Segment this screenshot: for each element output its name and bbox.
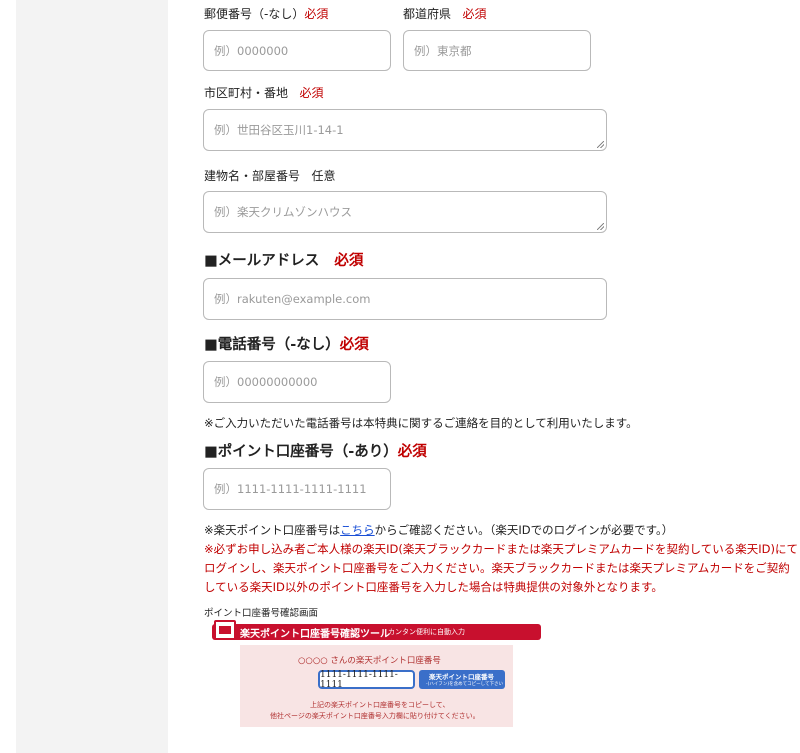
building-optional-badge: 任意 [311, 169, 336, 183]
point-note-prefix: ※楽天ポイント口座番号は [204, 523, 341, 537]
point-confirm-link[interactable]: こちら [340, 523, 375, 537]
point-warning-line3: している楽天ID以外のポイント口座番号を入力した場合は特典提供の対象外となります… [204, 580, 663, 594]
point-note: ※楽天ポイント口座番号はこちらからご確認ください。（楽天IDでのログインが必要で… [204, 522, 673, 538]
point-warning-line2: ログインし、楽天ポイント口座番号をご入力ください。楽天ブラックカードまたは楽天プ… [204, 561, 790, 575]
prefecture-label-text: 都道府県 [403, 7, 452, 21]
city-placeholder: 例）世田谷区玉川1-14-1 [214, 123, 344, 137]
point-warning-line1: ※必ずお申し込み者ご本人様の楽天ID(楽天ブラックカードまたは楽天プレミアムカー… [204, 542, 798, 556]
postal-placeholder: 例）0000000 [214, 43, 289, 58]
tool-name-line: ○○○○ さんの楽天ポイント口座番号 [298, 656, 441, 666]
point-required-badge: 必須 [397, 444, 427, 460]
phone-required-badge: 必須 [339, 337, 369, 353]
tool-number: 1111-1111-1111-1111 [320, 669, 398, 690]
tool-copy-button-sublabel: -(ハイフン)を含めてコピーして下さい [426, 682, 503, 687]
postal-input[interactable]: 例）0000000 [203, 30, 391, 71]
prefecture-placeholder: 例）東京都 [414, 43, 472, 58]
phone-placeholder: 例）00000000000 [214, 375, 318, 389]
city-required-badge: 必須 [299, 86, 324, 100]
point-input[interactable]: 例）1111-1111-1111-1111 [203, 468, 391, 510]
email-placeholder: 例）rakuten@example.com [214, 292, 371, 306]
phone-input[interactable]: 例）00000000000 [203, 361, 391, 403]
prefecture-required-badge: 必須 [462, 7, 487, 21]
tool-desc-line2: 他社ページの楽天ポイント口座番号入力欄に貼り付けてください。 [270, 712, 480, 720]
email-heading-text: ■メールアドレス [204, 253, 320, 269]
postal-label-text: 郵便番号（-なし） [204, 7, 305, 21]
phone-note: ※ご入力いただいた電話番号は本特典に関するご連絡を目的として利用いたします。 [204, 416, 638, 430]
building-placeholder: 例）楽天クリムゾンハウス [214, 205, 352, 219]
city-label: 市区町村・番地 必須 [204, 84, 323, 101]
city-label-text: 市区町村・番地 [204, 86, 289, 100]
wallet-icon [214, 620, 236, 640]
prefecture-input[interactable]: 例）東京都 [403, 30, 591, 71]
phone-heading-text: ■電話番号（-なし） [204, 337, 340, 353]
prefecture-label: 都道府県 必須 [403, 5, 486, 22]
email-required-badge: 必須 [334, 253, 364, 269]
point-heading: ■ポイント口座番号（-あり）必須 [204, 440, 427, 461]
point-placeholder: 例）1111-1111-1111-1111 [214, 482, 367, 496]
tool-number-box: 1111-1111-1111-1111 [318, 669, 415, 690]
sidebar-panel [16, 0, 168, 753]
resize-handle-icon[interactable] [597, 223, 604, 230]
email-input[interactable]: 例）rakuten@example.com [203, 278, 607, 320]
resize-handle-icon[interactable] [597, 141, 604, 148]
building-label-text: 建物名・部屋番号 [204, 169, 301, 183]
building-label: 建物名・部屋番号 任意 [204, 167, 335, 184]
building-textarea[interactable]: 例）楽天クリムゾンハウス [203, 191, 607, 233]
tool-title: 楽天ポイント口座番号確認ツール [240, 629, 390, 640]
screen-caption: ポイント口座番号確認画面 [204, 608, 319, 619]
email-heading: ■メールアドレス 必須 [204, 249, 363, 270]
tool-subtitle: カンタン便利に自動入力 [388, 628, 465, 636]
tool-copy-button-label: 楽天ポイント口座番号 [429, 673, 494, 681]
postal-required-badge: 必須 [304, 7, 329, 21]
point-note-suffix: からご確認ください。（楽天IDでのログインが必要です。） [374, 523, 674, 537]
postal-label: 郵便番号（-なし）必須 [204, 5, 328, 22]
left-margin [0, 0, 168, 753]
tool-desc-line1: 上記の楽天ポイント口座番号をコピーして、 [310, 701, 450, 709]
point-heading-text: ■ポイント口座番号（-あり） [204, 444, 398, 460]
city-textarea[interactable]: 例）世田谷区玉川1-14-1 [203, 109, 607, 151]
phone-heading: ■電話番号（-なし）必須 [204, 333, 369, 354]
